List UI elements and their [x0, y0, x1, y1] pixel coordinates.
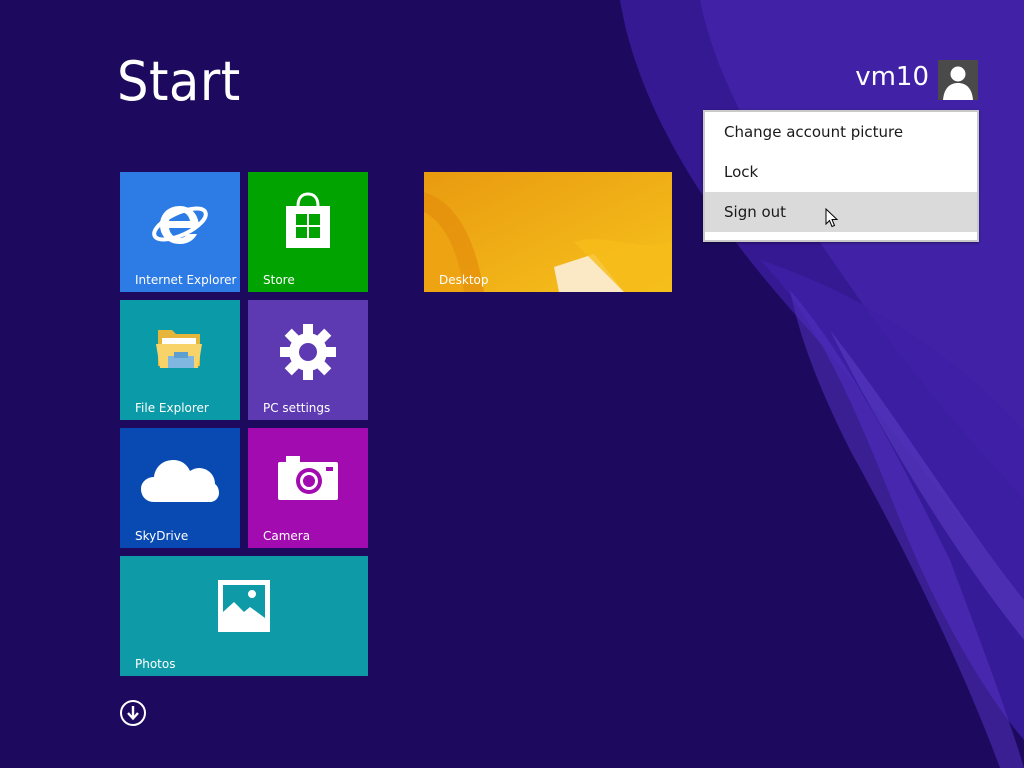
- user-avatar-icon[interactable]: [938, 60, 978, 100]
- mouse-cursor-icon: [825, 208, 839, 228]
- account-menu: Change account picture Lock Sign out: [703, 110, 979, 242]
- camera-icon: [278, 456, 338, 500]
- photo-icon: [218, 580, 270, 632]
- tile-pc-settings[interactable]: PC settings: [248, 300, 368, 420]
- menu-item-sign-out[interactable]: Sign out: [705, 192, 977, 232]
- tile-label: Store: [263, 273, 295, 287]
- tile-camera[interactable]: Camera: [248, 428, 368, 548]
- menu-item-lock[interactable]: Lock: [705, 152, 977, 192]
- tile-label: Internet Explorer: [135, 273, 237, 287]
- tile-label: SkyDrive: [135, 529, 189, 543]
- folder-icon: [156, 330, 202, 368]
- internet-explorer-icon: [152, 206, 208, 244]
- menu-item-change-account-picture[interactable]: Change account picture: [705, 112, 977, 152]
- tile-store[interactable]: Store: [248, 172, 368, 292]
- gear-icon: [280, 324, 336, 380]
- cloud-icon: [141, 460, 219, 502]
- tile-label: PC settings: [263, 401, 331, 415]
- all-apps-arrow-icon[interactable]: [120, 700, 146, 726]
- tile-internet-explorer[interactable]: Internet Explorer: [120, 172, 240, 292]
- page-title: Start: [117, 50, 241, 113]
- tile-label: Desktop: [439, 273, 489, 287]
- tile-label: File Explorer: [135, 401, 209, 415]
- store-bag-icon: [286, 192, 330, 248]
- tile-skydrive[interactable]: SkyDrive: [120, 428, 240, 548]
- tile-photos[interactable]: Photos: [120, 556, 368, 676]
- user-name[interactable]: vm10: [855, 62, 929, 92]
- menu-item-label: Sign out: [724, 203, 787, 221]
- tile-label: Camera: [263, 529, 311, 543]
- tile-file-explorer[interactable]: File Explorer: [120, 300, 240, 420]
- tile-desktop[interactable]: Desktop: [424, 172, 672, 292]
- tile-label: Photos: [135, 657, 176, 671]
